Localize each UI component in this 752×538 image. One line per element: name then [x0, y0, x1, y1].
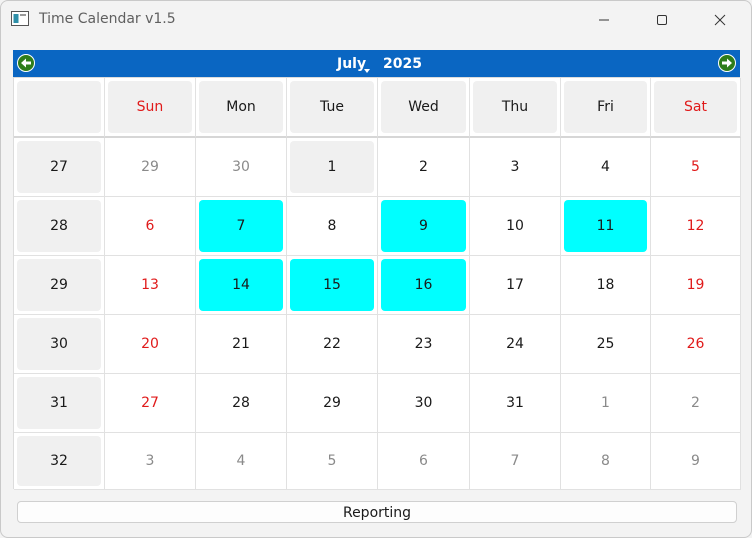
chevron-down-icon[interactable] [364, 69, 370, 73]
day-header-sun: Sun [105, 78, 196, 138]
day-cell[interactable]: 17 [470, 256, 561, 315]
week-number: 29 [14, 256, 105, 315]
day-cell[interactable]: 30 [378, 374, 470, 433]
day-cell[interactable]: 5 [651, 138, 741, 197]
day-cell[interactable]: 22 [287, 315, 378, 374]
title-bar[interactable]: Time Calendar v1.5 [1, 1, 751, 39]
week-number: 31 [14, 374, 105, 433]
day-cell[interactable]: 1 [561, 374, 651, 433]
day-cell[interactable]: 12 [651, 197, 741, 256]
day-header-fri: Fri [561, 78, 651, 138]
day-cell-highlighted[interactable]: 11 [561, 197, 651, 256]
week-number: 28 [14, 197, 105, 256]
day-cell[interactable]: 27 [105, 374, 196, 433]
close-icon [714, 14, 726, 26]
day-header-wed: Wed [378, 78, 470, 138]
close-button[interactable] [697, 1, 743, 39]
app-window: Time Calendar v1.5 July 2025 Sun Mon Tue… [0, 0, 752, 538]
day-cell[interactable]: 6 [105, 197, 196, 256]
minimize-icon [599, 19, 609, 21]
day-cell[interactable]: 3 [105, 433, 196, 490]
day-cell[interactable]: 26 [651, 315, 741, 374]
week-number: 32 [14, 433, 105, 490]
next-arrow-icon[interactable] [718, 54, 736, 72]
day-cell-today[interactable]: 1 [287, 138, 378, 197]
day-cell[interactable]: 6 [378, 433, 470, 490]
week-number: 30 [14, 315, 105, 374]
maximize-icon [657, 15, 667, 25]
day-cell[interactable]: 7 [470, 433, 561, 490]
day-cell[interactable]: 20 [105, 315, 196, 374]
day-cell[interactable]: 9 [651, 433, 741, 490]
day-cell[interactable]: 31 [470, 374, 561, 433]
prev-arrow-icon[interactable] [17, 54, 35, 72]
day-cell-highlighted[interactable]: 15 [287, 256, 378, 315]
reporting-button[interactable]: Reporting [17, 501, 737, 523]
month-selector[interactable]: July [337, 56, 366, 72]
day-cell-highlighted[interactable]: 16 [378, 256, 470, 315]
year-label[interactable]: 2025 [383, 56, 422, 72]
day-cell[interactable]: 19 [651, 256, 741, 315]
day-cell[interactable]: 25 [561, 315, 651, 374]
maximize-button[interactable] [639, 1, 685, 39]
day-cell[interactable]: 28 [196, 374, 287, 433]
day-header-sat: Sat [651, 78, 741, 138]
day-cell[interactable]: 30 [196, 138, 287, 197]
calendar-grid: Sun Mon Tue Wed Thu Fri Sat 27 29 30 1 2… [13, 77, 741, 490]
day-cell-highlighted[interactable]: 7 [196, 197, 287, 256]
day-cell[interactable]: 3 [470, 138, 561, 197]
day-cell[interactable]: 4 [196, 433, 287, 490]
day-header-thu: Thu [470, 78, 561, 138]
day-cell[interactable]: 13 [105, 256, 196, 315]
minimize-button[interactable] [581, 1, 627, 39]
day-cell[interactable]: 2 [651, 374, 741, 433]
day-cell[interactable]: 8 [287, 197, 378, 256]
day-cell[interactable]: 8 [561, 433, 651, 490]
day-cell[interactable]: 23 [378, 315, 470, 374]
day-header-mon: Mon [196, 78, 287, 138]
day-cell[interactable]: 5 [287, 433, 378, 490]
app-icon [11, 11, 29, 26]
day-cell[interactable]: 10 [470, 197, 561, 256]
window-title: Time Calendar v1.5 [39, 11, 176, 27]
day-cell[interactable]: 21 [196, 315, 287, 374]
day-cell[interactable]: 29 [105, 138, 196, 197]
day-header-tue: Tue [287, 78, 378, 138]
day-cell[interactable]: 2 [378, 138, 470, 197]
day-cell[interactable]: 24 [470, 315, 561, 374]
day-cell[interactable]: 4 [561, 138, 651, 197]
week-number: 27 [14, 138, 105, 197]
day-cell-highlighted[interactable]: 9 [378, 197, 470, 256]
day-cell[interactable]: 29 [287, 374, 378, 433]
day-cell-highlighted[interactable]: 14 [196, 256, 287, 315]
day-cell[interactable]: 18 [561, 256, 651, 315]
corner-header [14, 78, 105, 138]
month-navigation-bar: July 2025 [13, 50, 740, 77]
